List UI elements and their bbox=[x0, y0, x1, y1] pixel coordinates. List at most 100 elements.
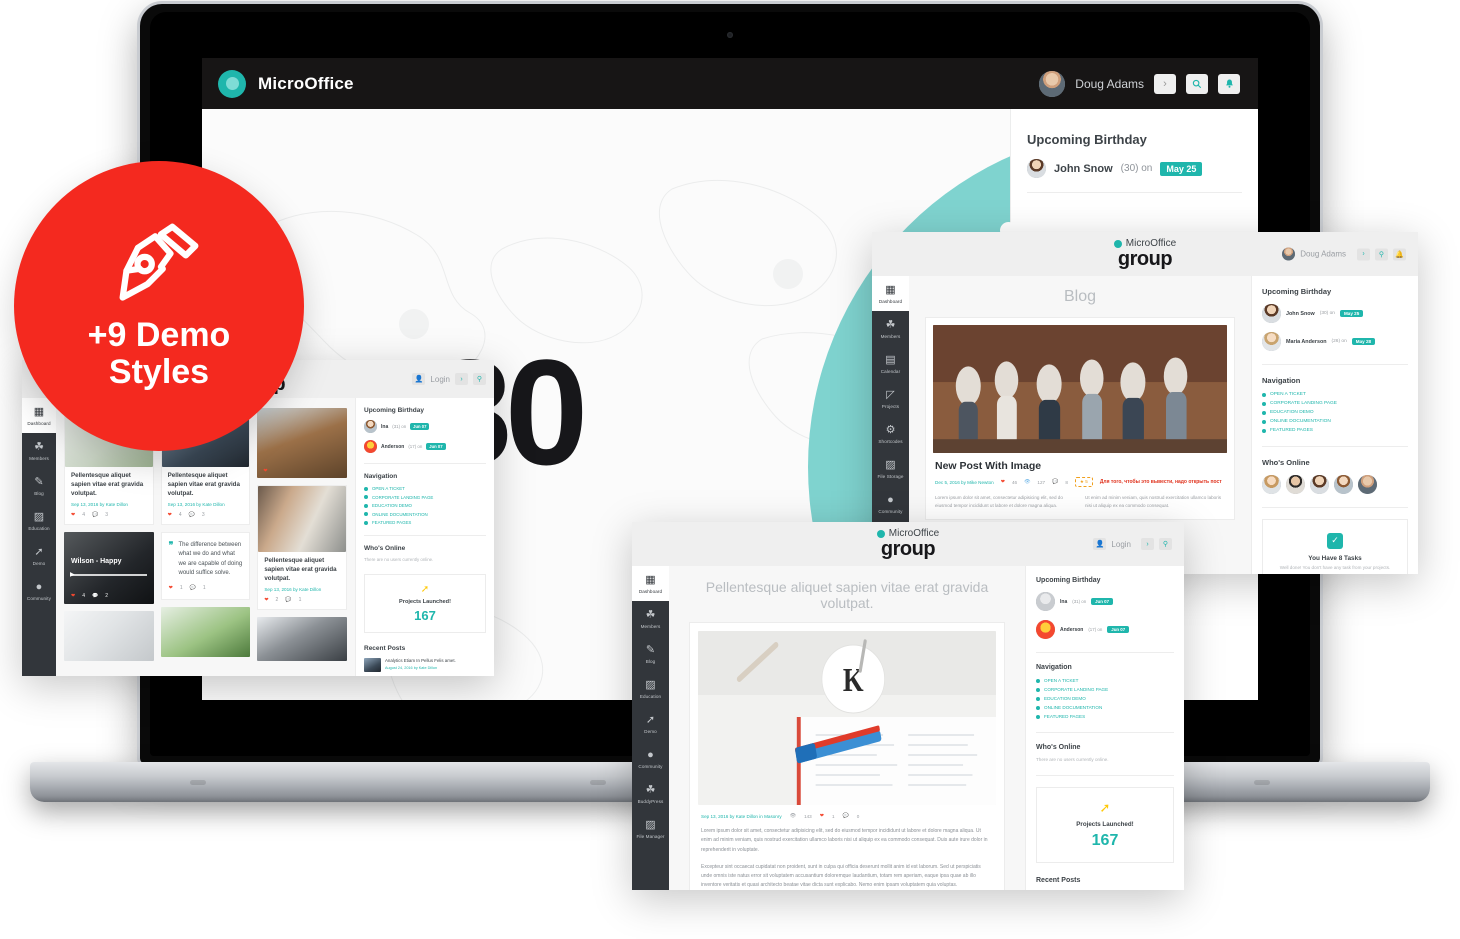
sidebar-item-members[interactable]: ☘ Members bbox=[872, 311, 909, 346]
chevron-right-icon[interactable]: › bbox=[1357, 248, 1370, 260]
sidebar-item-dashboard[interactable]: ▦ Dashboard bbox=[872, 276, 909, 311]
birthday-name: Ina bbox=[1060, 598, 1068, 605]
post-title[interactable]: New Post With Image bbox=[935, 460, 1225, 472]
sidebar-item-file-manager[interactable]: ▨ File Manager bbox=[632, 811, 669, 846]
avatar[interactable] bbox=[1358, 475, 1377, 494]
nav-link-corporate-landing-page[interactable]: CORPORATE LANDING PAGE bbox=[364, 495, 486, 500]
sidebar-item-education[interactable]: ▨ Education bbox=[632, 671, 669, 706]
login-icon[interactable]: 👤 bbox=[412, 373, 426, 385]
avatar[interactable] bbox=[1262, 475, 1281, 494]
sidebar-item-blog[interactable]: ✎ Blog bbox=[632, 636, 669, 671]
sidebar-item-blog[interactable]: ✎ Blog bbox=[22, 468, 56, 503]
post-image[interactable]: ❤ bbox=[257, 408, 348, 478]
search-icon[interactable]: ⚲ bbox=[1375, 248, 1388, 260]
like-icon[interactable]: ❤ bbox=[71, 593, 75, 599]
sidebar-item-demo[interactable]: ➚ Demo bbox=[632, 706, 669, 741]
sidebar-item-dashboard[interactable]: ▦ Dashboard bbox=[632, 566, 669, 601]
search-icon[interactable] bbox=[1186, 73, 1208, 94]
post-card[interactable]: New Post With Image Dec 5, 2016 by Mike … bbox=[925, 317, 1235, 520]
nav-link-open-a-ticket[interactable]: OPEN A TICKET bbox=[364, 486, 486, 491]
like-icon[interactable]: ❤ bbox=[264, 597, 268, 603]
nav-link-open-a-ticket[interactable]: OPEN A TICKET bbox=[1262, 392, 1408, 397]
avatar bbox=[1262, 304, 1281, 323]
chevron-right-icon[interactable]: › bbox=[455, 373, 468, 385]
brand-logo[interactable]: MicroOffice bbox=[218, 69, 354, 98]
sidebar-item-community[interactable]: ● Community bbox=[632, 741, 669, 776]
sidebar-item-demo[interactable]: ➚ Demo bbox=[22, 538, 56, 573]
comment-icon[interactable]: 💬 bbox=[1052, 479, 1058, 485]
sidebar-item-members[interactable]: ☘ Members bbox=[632, 601, 669, 636]
bell-icon[interactable]: 🔔 bbox=[1393, 248, 1406, 260]
avatar[interactable] bbox=[1334, 475, 1353, 494]
nav-link-corporate-landing-page[interactable]: CORPORATE LANDING PAGE bbox=[1262, 401, 1408, 406]
sidebar-item-projects[interactable]: ◸ Projects bbox=[872, 381, 909, 416]
quote-card[interactable]: ❞ The difference between what we do and … bbox=[160, 531, 251, 601]
window-logo[interactable]: MicroOffice group bbox=[1113, 239, 1176, 269]
window-header: MicroOffice group Doug Adams › ⚲ 🔔 bbox=[872, 232, 1418, 276]
play-icon[interactable]: ▶ bbox=[70, 571, 75, 578]
nav-link-corporate-landing-page[interactable]: CORPORATE LANDING PAGE bbox=[1036, 687, 1174, 692]
like-icon[interactable]: ❤ bbox=[263, 468, 267, 474]
comment-icon[interactable]: 💬 bbox=[843, 813, 849, 819]
sidebar-item-calendar[interactable]: ▤ Calendar bbox=[872, 346, 909, 381]
login-icon[interactable]: 👤 bbox=[1093, 538, 1107, 550]
nav-link-online-documentation[interactable]: ONLINE DOCUMENTATION bbox=[364, 512, 486, 517]
sidebar-item-buddypress[interactable]: ☘ BuddyPress bbox=[632, 776, 669, 811]
post-image[interactable] bbox=[64, 610, 154, 661]
search-icon[interactable]: ⚲ bbox=[1159, 538, 1172, 550]
like-icon[interactable]: ❤ bbox=[820, 813, 824, 819]
post-title[interactable]: Pellentesque aliquet sapien vitae erat g… bbox=[168, 472, 244, 499]
rating-badge[interactable]: ★ 5 bbox=[1074, 477, 1093, 487]
window-logo[interactable]: MicroOffice group bbox=[876, 529, 939, 559]
comment-icon[interactable]: 💬 bbox=[189, 512, 195, 518]
like-icon[interactable]: ❤ bbox=[71, 512, 75, 518]
search-icon[interactable]: ⚲ bbox=[473, 373, 486, 385]
like-icon[interactable]: ❤ bbox=[168, 512, 172, 518]
nav-link-education-demo[interactable]: EDUCATION DEMO bbox=[1262, 410, 1408, 415]
nav-link-featured-pages[interactable]: FEATURED PAGES bbox=[364, 520, 486, 525]
chevron-right-icon[interactable]: › bbox=[1141, 538, 1154, 550]
login-link[interactable]: Login bbox=[1111, 540, 1131, 549]
nav-link-open-a-ticket[interactable]: OPEN A TICKET bbox=[1036, 678, 1174, 683]
chevron-right-icon[interactable]: › bbox=[1154, 73, 1176, 94]
sidebar-item-file-storage[interactable]: ▨ File Storage bbox=[872, 451, 909, 486]
comment-icon[interactable]: 💬 bbox=[190, 585, 196, 591]
sidebar-item-shortcodes[interactable]: ⚙ Shortcodes bbox=[872, 416, 909, 451]
avatar[interactable] bbox=[1310, 475, 1329, 494]
sidebar-item-education[interactable]: ▨ Education bbox=[22, 503, 56, 538]
nav-link-online-documentation[interactable]: ONLINE DOCUMENTATION bbox=[1262, 419, 1408, 424]
window-sidebar[interactable]: ▦ Dashboard ☘ Members ✎ Blog ▨ Education ➚ De… bbox=[632, 566, 669, 890]
avatar[interactable] bbox=[1282, 247, 1296, 261]
nav-link-featured-pages[interactable]: FEATURED PAGES bbox=[1262, 428, 1408, 433]
nav-link-education-demo[interactable]: EDUCATION DEMO bbox=[364, 503, 486, 508]
birthday-age: (31) on bbox=[1072, 599, 1087, 604]
video-progress-bar[interactable] bbox=[71, 573, 147, 576]
nav-link-featured-pages[interactable]: FEATURED PAGES bbox=[1036, 714, 1174, 719]
nav-link-education-demo[interactable]: EDUCATION DEMO bbox=[1036, 696, 1174, 701]
recent-post-item[interactable]: Analytics Etiam In Pellus Felis amet. Au… bbox=[364, 658, 486, 672]
sidebar-item-members[interactable]: ☘ Members bbox=[22, 433, 56, 468]
logo-dot-icon bbox=[876, 530, 885, 538]
post-image[interactable] bbox=[160, 607, 251, 658]
avatar[interactable] bbox=[1039, 70, 1066, 97]
window-sidebar[interactable]: ▦ Dashboard ☘ Members ✎ Blog ▨ Education ➚ De… bbox=[22, 398, 56, 676]
video-card[interactable]: Wilson - Happy ▶ ❤ 4 💬 2 bbox=[64, 531, 154, 604]
sidebar-item-community[interactable]: ● Community bbox=[872, 486, 909, 521]
post-meta: Sep 13, 2016 by Kate Dillon bbox=[167, 501, 225, 507]
post-card[interactable]: Pellentesque aliquet sapien vitae erat g… bbox=[257, 485, 348, 610]
sidebar-item-label: Dashboard bbox=[27, 421, 51, 426]
comment-icon[interactable]: 💬 bbox=[92, 593, 98, 599]
like-icon[interactable]: ❤ bbox=[169, 585, 173, 591]
comment-icon[interactable]: 💬 bbox=[92, 512, 98, 518]
comment-icon[interactable]: 💬 bbox=[285, 597, 291, 603]
sidebar-item-community[interactable]: ● Community bbox=[22, 573, 56, 608]
window-single-post[interactable]: MicroOffice group 👤 Login › ⚲ ▦ Dashboard… bbox=[632, 522, 1184, 890]
bell-icon[interactable] bbox=[1218, 73, 1240, 94]
post-image[interactable] bbox=[257, 616, 348, 661]
login-link[interactable]: Login bbox=[430, 375, 450, 384]
like-icon[interactable]: ❤ bbox=[1001, 479, 1005, 485]
nav-link-online-documentation[interactable]: ONLINE DOCUMENTATION bbox=[1036, 705, 1174, 710]
post-title[interactable]: Pellentesque aliquet sapien vitae erat g… bbox=[264, 557, 340, 584]
post-title[interactable]: Pellentesque aliquet sapien vitae erat g… bbox=[71, 472, 147, 499]
avatar[interactable] bbox=[1286, 475, 1305, 494]
